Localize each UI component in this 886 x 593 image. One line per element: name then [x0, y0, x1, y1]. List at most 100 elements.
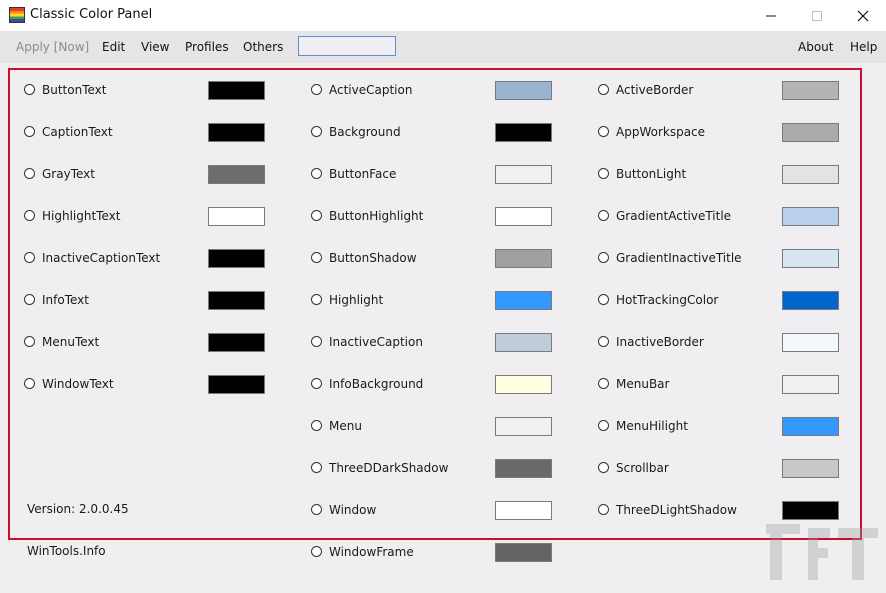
color-row-window[interactable]: Window: [311, 501, 561, 521]
color-row-window-frame[interactable]: WindowFrame: [311, 543, 561, 563]
radio-menu-bar[interactable]: [598, 378, 609, 389]
color-swatch-button-highlight[interactable]: [495, 207, 552, 226]
close-button[interactable]: [840, 0, 886, 31]
color-swatch-highlight[interactable]: [495, 291, 552, 310]
color-swatch-menu[interactable]: [495, 417, 552, 436]
radio-gradient-inactive-title[interactable]: [598, 252, 609, 263]
color-swatch-caption-text[interactable]: [208, 123, 265, 142]
radio-three-d-light-shadow[interactable]: [598, 504, 609, 515]
radio-inactive-caption-text[interactable]: [24, 252, 35, 263]
menu-search-input[interactable]: [298, 36, 396, 56]
radio-highlight[interactable]: [311, 294, 322, 305]
radio-button-light[interactable]: [598, 168, 609, 179]
color-row-menu-bar[interactable]: MenuBar: [598, 375, 848, 395]
radio-button-face[interactable]: [311, 168, 322, 179]
color-swatch-window[interactable]: [495, 501, 552, 520]
color-row-active-caption[interactable]: ActiveCaption: [311, 81, 561, 101]
color-swatch-button-light[interactable]: [782, 165, 839, 184]
menu-edit[interactable]: Edit: [102, 40, 125, 54]
menu-help[interactable]: Help: [850, 40, 877, 54]
color-swatch-scrollbar[interactable]: [782, 459, 839, 478]
color-swatch-info-text[interactable]: [208, 291, 265, 310]
color-swatch-active-border[interactable]: [782, 81, 839, 100]
radio-window-frame[interactable]: [311, 546, 322, 557]
color-swatch-gray-text[interactable]: [208, 165, 265, 184]
color-swatch-inactive-caption[interactable]: [495, 333, 552, 352]
color-row-info-background[interactable]: InfoBackground: [311, 375, 561, 395]
color-swatch-button-text[interactable]: [208, 81, 265, 100]
color-swatch-menu-hilight[interactable]: [782, 417, 839, 436]
color-row-highlight-text[interactable]: HighlightText: [24, 207, 274, 227]
maximize-button[interactable]: [794, 0, 840, 31]
minimize-button[interactable]: [748, 0, 794, 31]
color-row-gray-text[interactable]: GrayText: [24, 165, 274, 185]
radio-window[interactable]: [311, 504, 322, 515]
radio-gradient-active-title[interactable]: [598, 210, 609, 221]
color-swatch-three-d-dark-shadow[interactable]: [495, 459, 552, 478]
color-row-caption-text[interactable]: CaptionText: [24, 123, 274, 143]
color-row-window-text[interactable]: WindowText: [24, 375, 274, 395]
radio-active-caption[interactable]: [311, 84, 322, 95]
color-row-scrollbar[interactable]: Scrollbar: [598, 459, 848, 479]
color-row-highlight[interactable]: Highlight: [311, 291, 561, 311]
radio-window-text[interactable]: [24, 378, 35, 389]
color-row-menu[interactable]: Menu: [311, 417, 561, 437]
color-row-gradient-inactive-title[interactable]: GradientInactiveTitle: [598, 249, 848, 269]
color-swatch-window-text[interactable]: [208, 375, 265, 394]
menu-about[interactable]: About: [798, 40, 833, 54]
color-swatch-inactive-caption-text[interactable]: [208, 249, 265, 268]
color-row-menu-hilight[interactable]: MenuHilight: [598, 417, 848, 437]
radio-hot-tracking-color[interactable]: [598, 294, 609, 305]
menu-view[interactable]: View: [141, 40, 169, 54]
radio-info-background[interactable]: [311, 378, 322, 389]
color-row-inactive-caption[interactable]: InactiveCaption: [311, 333, 561, 353]
color-swatch-background[interactable]: [495, 123, 552, 142]
radio-scrollbar[interactable]: [598, 462, 609, 473]
radio-background[interactable]: [311, 126, 322, 137]
radio-highlight-text[interactable]: [24, 210, 35, 221]
color-row-info-text[interactable]: InfoText: [24, 291, 274, 311]
color-row-inactive-border[interactable]: InactiveBorder: [598, 333, 848, 353]
radio-gray-text[interactable]: [24, 168, 35, 179]
color-row-button-shadow[interactable]: ButtonShadow: [311, 249, 561, 269]
color-swatch-window-frame[interactable]: [495, 543, 552, 562]
radio-inactive-border[interactable]: [598, 336, 609, 347]
radio-button-text[interactable]: [24, 84, 35, 95]
color-swatch-menu-bar[interactable]: [782, 375, 839, 394]
color-row-background[interactable]: Background: [311, 123, 561, 143]
color-swatch-info-background[interactable]: [495, 375, 552, 394]
color-swatch-highlight-text[interactable]: [208, 207, 265, 226]
color-swatch-inactive-border[interactable]: [782, 333, 839, 352]
color-swatch-hot-tracking-color[interactable]: [782, 291, 839, 310]
menu-others[interactable]: Others: [243, 40, 283, 54]
radio-info-text[interactable]: [24, 294, 35, 305]
color-row-button-text[interactable]: ButtonText: [24, 81, 274, 101]
color-row-gradient-active-title[interactable]: GradientActiveTitle: [598, 207, 848, 227]
radio-inactive-caption[interactable]: [311, 336, 322, 347]
color-swatch-app-workspace[interactable]: [782, 123, 839, 142]
radio-caption-text[interactable]: [24, 126, 35, 137]
color-row-button-light[interactable]: ButtonLight: [598, 165, 848, 185]
radio-button-shadow[interactable]: [311, 252, 322, 263]
radio-menu[interactable]: [311, 420, 322, 431]
color-swatch-menu-text[interactable]: [208, 333, 265, 352]
color-swatch-gradient-active-title[interactable]: [782, 207, 839, 226]
color-row-active-border[interactable]: ActiveBorder: [598, 81, 848, 101]
color-row-app-workspace[interactable]: AppWorkspace: [598, 123, 848, 143]
color-swatch-button-face[interactable]: [495, 165, 552, 184]
radio-three-d-dark-shadow[interactable]: [311, 462, 322, 473]
color-swatch-gradient-inactive-title[interactable]: [782, 249, 839, 268]
color-row-inactive-caption-text[interactable]: InactiveCaptionText: [24, 249, 274, 269]
radio-active-border[interactable]: [598, 84, 609, 95]
color-row-three-d-dark-shadow[interactable]: ThreeDDarkShadow: [311, 459, 561, 479]
menu-apply-now[interactable]: Apply [Now]: [16, 40, 89, 54]
color-swatch-active-caption[interactable]: [495, 81, 552, 100]
color-row-hot-tracking-color[interactable]: HotTrackingColor: [598, 291, 848, 311]
radio-menu-hilight[interactable]: [598, 420, 609, 431]
radio-app-workspace[interactable]: [598, 126, 609, 137]
color-row-button-highlight[interactable]: ButtonHighlight: [311, 207, 561, 227]
color-row-button-face[interactable]: ButtonFace: [311, 165, 561, 185]
radio-menu-text[interactable]: [24, 336, 35, 347]
color-swatch-button-shadow[interactable]: [495, 249, 552, 268]
menu-profiles[interactable]: Profiles: [185, 40, 229, 54]
